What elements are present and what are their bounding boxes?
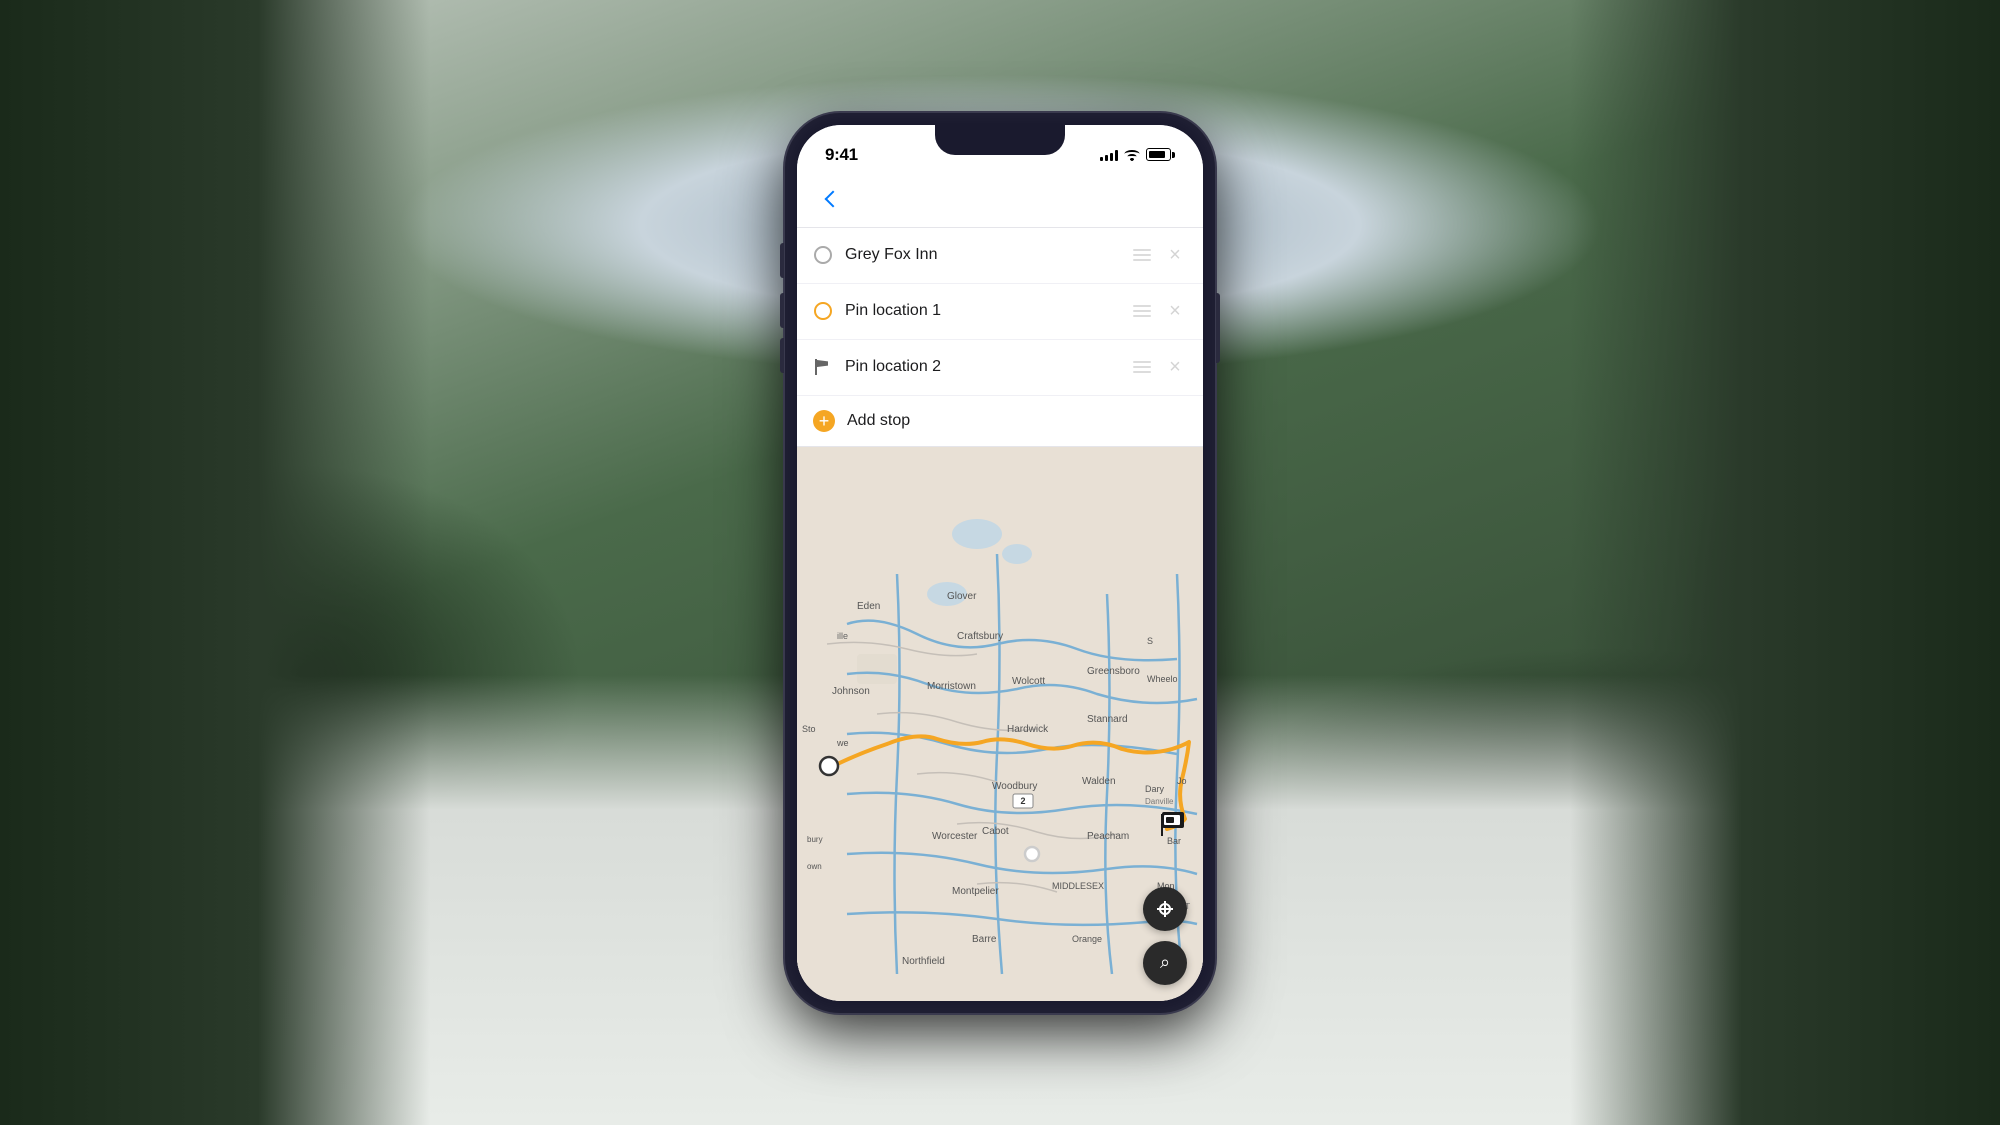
wifi-dot	[1131, 158, 1134, 161]
phone-screen: 9:41	[797, 125, 1203, 1001]
phone-notch	[935, 125, 1065, 155]
route-list: Grey Fox Inn × Pin location 1	[797, 228, 1203, 447]
stop-1-label: Grey Fox Inn	[845, 246, 1121, 264]
svg-text:Dary: Dary	[1145, 784, 1165, 794]
battery-icon	[1146, 148, 1175, 161]
svg-text:S: S	[1147, 636, 1153, 646]
wifi-arc-3	[1125, 150, 1140, 158]
svg-text:Barre: Barre	[972, 934, 997, 945]
tree-left	[0, 0, 430, 1125]
back-button[interactable]	[817, 183, 849, 215]
status-time: 9:41	[825, 145, 858, 165]
route-item-3[interactable]: Pin location 2 ×	[797, 340, 1203, 396]
signal-bar-3	[1110, 153, 1113, 161]
svg-text:Cabot: Cabot	[982, 826, 1009, 837]
map-area[interactable]: 2 Eden Glover ille Johnson Craftsbury S …	[797, 447, 1203, 1001]
battery-fill	[1149, 151, 1165, 158]
svg-text:Montpelier: Montpelier	[952, 886, 999, 897]
close-x-icon: ×	[1169, 245, 1181, 265]
battery-tip	[1172, 152, 1175, 158]
svg-text:MIDDLESEX: MIDDLESEX	[1052, 881, 1104, 891]
crosshair-icon	[1155, 899, 1175, 919]
drag-line-3	[1133, 259, 1151, 261]
svg-text:Sto: Sto	[802, 724, 816, 734]
svg-text:Morristown: Morristown	[927, 681, 976, 692]
drag-line-9	[1133, 371, 1151, 373]
map-controls: ⌕	[1143, 887, 1187, 985]
stop-2-remove-button[interactable]: ×	[1163, 299, 1187, 323]
signal-bar-1	[1100, 157, 1103, 161]
nav-bar	[797, 175, 1203, 228]
drag-line-4	[1133, 305, 1151, 307]
battery-body	[1146, 148, 1171, 161]
stop-2-label: Pin location 1	[845, 302, 1121, 320]
svg-text:Craftsbury: Craftsbury	[957, 631, 1003, 642]
svg-text:Stannard: Stannard	[1087, 714, 1128, 725]
stop-3-remove-button[interactable]: ×	[1163, 355, 1187, 379]
stop-2-drag-handle[interactable]	[1133, 305, 1151, 317]
svg-text:bury: bury	[807, 835, 823, 844]
stop-3-label: Pin location 2	[845, 358, 1121, 376]
stop-2-icon	[813, 301, 833, 321]
svg-text:Hardwick: Hardwick	[1007, 724, 1049, 735]
circle-outline-icon	[814, 246, 832, 264]
circle-yellow-icon	[814, 302, 832, 320]
svg-text:Wheelo: Wheelo	[1147, 674, 1178, 684]
stop-3-icon	[813, 357, 833, 377]
signal-icon	[1100, 149, 1118, 161]
add-stop-label: Add stop	[847, 412, 910, 430]
search-map-icon: ⌕	[1160, 952, 1170, 973]
close-x-icon-3: ×	[1169, 357, 1181, 377]
svg-text:Northfield: Northfield	[902, 956, 945, 967]
back-arrow-icon	[825, 190, 842, 207]
add-stop-button[interactable]: + Add stop	[797, 396, 1203, 447]
wifi-icon	[1124, 149, 1140, 161]
svg-text:we: we	[836, 738, 849, 748]
drag-line-2	[1133, 254, 1151, 256]
flag-icon	[815, 359, 831, 375]
drag-line-1	[1133, 249, 1151, 251]
svg-text:Jo: Jo	[1177, 776, 1187, 786]
svg-text:Worcester: Worcester	[932, 831, 978, 842]
drag-line-8	[1133, 366, 1151, 368]
svg-text:own: own	[807, 862, 822, 871]
svg-text:Johnson: Johnson	[832, 686, 870, 697]
phone-frame: 9:41	[785, 113, 1215, 1013]
route-item-1[interactable]: Grey Fox Inn ×	[797, 228, 1203, 284]
status-icons	[1100, 148, 1175, 161]
signal-bar-4	[1115, 150, 1118, 161]
stop-3-drag-handle[interactable]	[1133, 361, 1151, 373]
stop-1-icon	[813, 245, 833, 265]
location-button[interactable]	[1143, 887, 1187, 931]
search-map-button[interactable]: ⌕	[1143, 941, 1187, 985]
route-item-2[interactable]: Pin location 1 ×	[797, 284, 1203, 340]
svg-text:Glover: Glover	[947, 591, 977, 602]
svg-text:Walden: Walden	[1082, 776, 1116, 787]
svg-text:Danville: Danville	[1145, 797, 1174, 806]
add-stop-icon: +	[813, 410, 835, 432]
phone-wrapper: 9:41	[775, 103, 1225, 1023]
svg-text:Orange: Orange	[1072, 934, 1102, 944]
drag-line-7	[1133, 361, 1151, 363]
svg-text:Wolcott: Wolcott	[1012, 676, 1045, 687]
drag-line-6	[1133, 315, 1151, 317]
drag-line-5	[1133, 310, 1151, 312]
svg-text:Peacham: Peacham	[1087, 831, 1129, 842]
svg-text:Bar: Bar	[1167, 836, 1181, 846]
crosshair-circle	[1159, 903, 1171, 915]
signal-bar-2	[1105, 155, 1108, 161]
svg-text:Woodbury: Woodbury	[992, 781, 1037, 792]
stop-1-remove-button[interactable]: ×	[1163, 243, 1187, 267]
stop-1-drag-handle[interactable]	[1133, 249, 1151, 261]
close-x-icon-2: ×	[1169, 301, 1181, 321]
svg-text:Eden: Eden	[857, 601, 880, 612]
svg-text:2: 2	[1020, 796, 1025, 806]
svg-text:ille: ille	[837, 631, 848, 641]
tree-right	[1570, 0, 2000, 1125]
svg-text:Greensboro: Greensboro	[1087, 666, 1140, 677]
